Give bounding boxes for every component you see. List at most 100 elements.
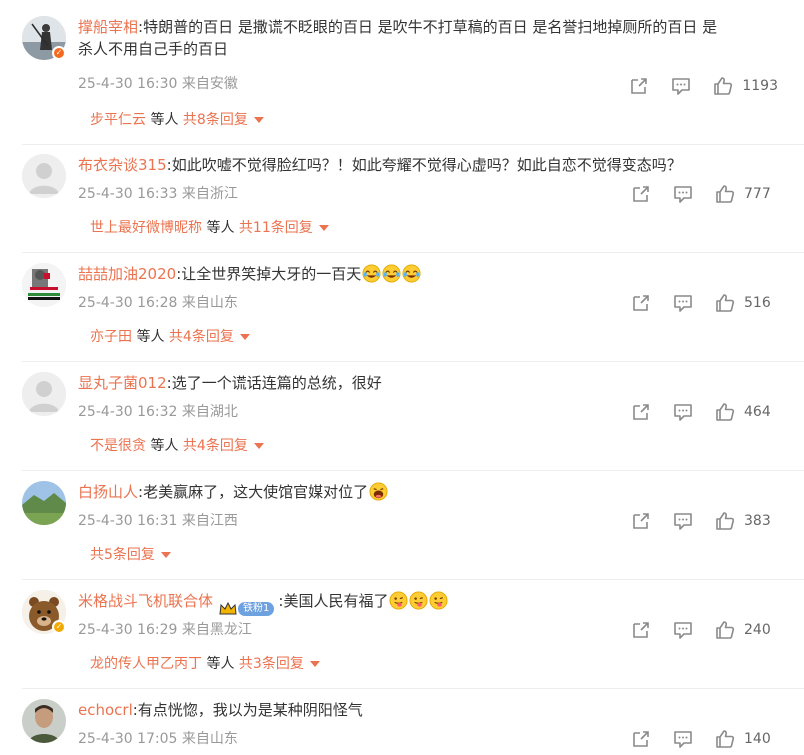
like-count: 464 [744,404,771,420]
silly-tongue-emoji-icon [429,591,448,610]
username-link[interactable]: 喆喆加油2020 [78,265,176,283]
fan-badge[interactable]: 铁粉1 [219,598,275,616]
like-icon[interactable] [714,292,736,314]
share-icon[interactable] [630,401,652,423]
verified-badge-icon: ✓ [52,46,66,60]
comment-icon[interactable] [672,510,694,532]
share-icon[interactable] [630,183,652,205]
timestamp: 25-4-30 16:32 [78,404,178,420]
reply-mid-text: 等人 [150,112,179,128]
comment-text: echocrl:有点恍惚，我以为是某种阴阳怪气 [78,699,778,721]
divider [22,579,804,580]
chevron-down-icon[interactable] [318,225,329,231]
comment-icon[interactable] [672,728,694,750]
like-count: 1193 [742,78,778,94]
reply-username[interactable]: 步平仁云 [90,112,146,128]
location: 来自山东 [181,731,238,747]
avatar[interactable] [22,481,66,525]
like-icon[interactable] [714,401,736,423]
comment-body-line: :让全世界笑掉大牙的一百天 [176,265,362,283]
comment-text: 米格战斗飞机联合体 铁粉1:美国人民有福了 [78,590,778,616]
share-icon[interactable] [630,292,652,314]
reply-username[interactable]: 龙的传人甲乙丙丁 [90,656,202,672]
username-link[interactable]: 撑船宰相 [78,18,138,36]
laugh-cry-emoji-icon [402,264,421,283]
comment-body-line: :老美赢麻了，这大使馆官媒对位了 [138,483,369,501]
comment-text: 白扬山人:老美赢麻了，这大使馆官媒对位了 [78,481,778,503]
comment-icon[interactable] [670,75,692,97]
reply-count-link[interactable]: 共4条回复 [169,329,234,345]
comment-body-line: :特朗普的百日 是撒谎不眨眼的百日 是吹牛不打草稿的百日 是名誉扫地掉厕所的百日… [138,18,718,36]
chevron-down-icon[interactable] [160,552,171,558]
divider [22,470,804,471]
divider [22,688,804,689]
reply-count-link[interactable]: 共4条回复 [183,438,248,454]
avatar[interactable] [22,263,66,307]
reply-username[interactable]: 世上最好微博昵称 [90,220,202,236]
share-icon[interactable] [630,619,652,641]
timestamp: 25-4-30 16:31 [78,513,178,529]
reply-username[interactable]: 不是很贪 [90,438,146,454]
default-avatar-icon [22,372,66,416]
chevron-down-icon[interactable] [309,661,320,667]
username-link[interactable]: 显丸子菌012 [78,374,167,392]
reply-count-link[interactable]: 共5条回复 [90,547,155,563]
reply-summary[interactable]: 龙的传人甲乙丙丁 等人 共3条回复 [90,654,320,674]
reply-mid-text: 等人 [206,220,235,236]
username-link[interactable]: echocrl [78,701,133,719]
chevron-down-icon[interactable] [253,117,264,123]
avatar[interactable] [22,372,66,416]
chevron-down-icon[interactable] [239,334,250,340]
avatar-poster [22,263,66,307]
share-icon[interactable] [630,728,652,750]
reply-username[interactable]: 亦子田 [90,329,132,345]
avatar-landscape [22,481,66,525]
silly-tongue-emoji-icon [409,591,428,610]
like-icon[interactable] [712,75,734,97]
share-icon[interactable] [628,75,650,97]
comment-icon[interactable] [672,401,694,423]
verified-badge-icon: ✓ [52,620,66,634]
location: 来自浙江 [181,186,238,202]
comment-meta: 25-4-30 16:33 来自浙江 [78,184,238,204]
username-link[interactable]: 白扬山人 [78,483,138,501]
comment-text: 喆喆加油2020:让全世界笑掉大牙的一百天 [78,263,778,285]
reply-summary[interactable]: 共5条回复 [90,545,171,565]
like-icon[interactable] [714,728,736,750]
like-count: 240 [744,622,771,638]
like-icon[interactable] [714,183,736,205]
reply-mid-text: 等人 [206,656,235,672]
comment-icon[interactable] [672,619,694,641]
avatar[interactable] [22,154,66,198]
username-link[interactable]: 米格战斗飞机联合体 [78,592,213,610]
reply-summary[interactable]: 世上最好微博昵称 等人 共11条回复 [90,218,329,238]
username-link[interactable]: 布衣杂谈315 [78,156,167,174]
divider [22,252,804,253]
share-icon[interactable] [630,510,652,532]
reply-count-link[interactable]: 共11条回复 [239,220,313,236]
like-icon[interactable] [714,510,736,532]
like-count: 140 [744,731,771,747]
reply-count-link[interactable]: 共8条回复 [183,112,248,128]
avatar[interactable] [22,699,66,743]
reply-summary[interactable]: 步平仁云 等人 共8条回复 [90,110,264,130]
default-avatar-icon [22,154,66,198]
like-icon[interactable] [714,619,736,641]
location: 来自山东 [181,295,238,311]
comment-actions: 777 [630,182,778,206]
silly-tongue-emoji-icon [389,591,408,610]
comment-body-line: :美国人民有福了 [278,592,389,610]
reply-summary[interactable]: 亦子田 等人 共4条回复 [90,327,250,347]
comment-text: 布衣杂谈315:如此吹嘘不觉得脸红吗？！如此夸耀不觉得心虚吗？如此自恋不觉得变态… [78,154,778,176]
crown-icon [219,602,237,615]
chevron-down-icon[interactable] [253,443,264,449]
like-count: 383 [744,513,771,529]
location: 来自安徽 [181,76,238,92]
comment-actions: 383 [630,509,778,533]
comment-actions: 464 [630,400,778,424]
reply-summary[interactable]: 不是很贪 等人 共4条回复 [90,436,264,456]
comment-icon[interactable] [672,183,694,205]
reply-count-link[interactable]: 共3条回复 [239,656,304,672]
comment-icon[interactable] [672,292,694,314]
timestamp: 25-4-30 16:33 [78,186,178,202]
